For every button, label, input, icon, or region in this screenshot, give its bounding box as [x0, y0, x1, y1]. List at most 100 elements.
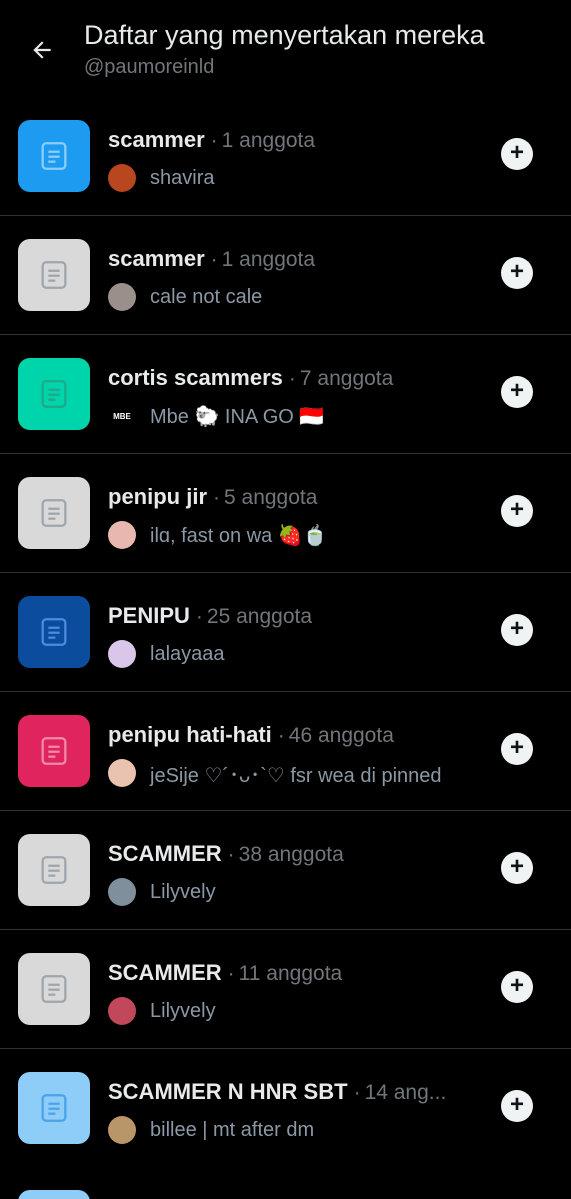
list-document-icon — [41, 975, 67, 1003]
add-to-list-button[interactable]: + — [501, 852, 533, 884]
owner-name[interactable]: Lilyvely — [150, 1000, 216, 1023]
owner-name[interactable]: Mbe 🐑 INA GO 🇮🇩 — [150, 404, 324, 429]
list-document-icon — [41, 618, 67, 646]
separator-dot: · — [227, 962, 235, 985]
member-count: 1 anggota — [221, 248, 316, 271]
owner-name[interactable]: cale not cale — [150, 286, 262, 309]
list-title-line[interactable]: scammer · 1 anggota — [108, 127, 478, 153]
list-owner[interactable]: Lilyvely — [108, 997, 216, 1025]
separator-dot: · — [227, 843, 235, 866]
list-name[interactable]: SCAMMER — [108, 960, 222, 985]
owner-name[interactable]: jeSije ♡´･ᴗ･`♡ fsr wea di pinned — [150, 759, 442, 788]
list-name[interactable]: SCAMMER — [108, 841, 222, 866]
list-item[interactable]: scammer · 1 anggota shavira + — [0, 97, 571, 216]
avatar[interactable]: MBE — [108, 402, 136, 430]
list-thumbnail-partial — [18, 1190, 90, 1199]
owner-name[interactable]: billee | mt after dm — [150, 1119, 314, 1142]
add-to-list-button[interactable]: + — [501, 1090, 533, 1122]
list-name[interactable]: scammer — [108, 127, 205, 152]
owner-name[interactable]: shavira — [150, 167, 214, 190]
arrow-left-icon — [33, 41, 51, 59]
list-item[interactable]: cortis scammers · 7 anggota MBE Mbe 🐑 INA … — [0, 335, 571, 454]
avatar[interactable] — [108, 164, 136, 192]
list-name[interactable]: scammer — [108, 246, 205, 271]
member-count: 46 anggota — [288, 724, 394, 747]
list-item[interactable]: SCAMMER · 38 anggota Lilyvely + — [0, 811, 571, 930]
list-title-line[interactable]: cortis scammers · 7 anggota — [108, 365, 478, 391]
list-thumbnail — [18, 239, 90, 311]
list-title-line[interactable]: penipu hati-hati · 46 anggota — [108, 722, 478, 748]
add-to-list-button[interactable]: + — [501, 614, 533, 646]
list-document-icon — [41, 380, 67, 408]
plus-icon: + — [509, 139, 524, 166]
list-title-line[interactable]: SCAMMER N HNR SBT · 14 ang... — [108, 1079, 478, 1105]
avatar[interactable] — [108, 997, 136, 1025]
owner-name[interactable]: Lilyvely — [150, 881, 216, 904]
lists-container: scammer · 1 anggota shavira + scammer · 1 an… — [0, 97, 571, 1168]
separator-dot: · — [288, 367, 296, 390]
avatar[interactable] — [108, 521, 136, 549]
list-name[interactable]: penipu hati-hati — [108, 722, 272, 747]
plus-icon: + — [509, 496, 524, 523]
add-to-list-button[interactable]: + — [501, 138, 533, 170]
list-thumbnail — [18, 834, 90, 906]
page-header: Daftar yang menyertakan mereka @paumorei… — [0, 0, 571, 100]
list-item[interactable]: penipu jir · 5 anggota ilɑ, fast on wa 🍓🍵 … — [0, 454, 571, 573]
separator-dot: · — [277, 724, 285, 747]
add-to-list-button[interactable]: + — [501, 971, 533, 1003]
list-item[interactable]: scammer · 1 anggota cale not cale + — [0, 216, 571, 335]
list-title-line[interactable]: SCAMMER · 11 anggota — [108, 960, 478, 986]
avatar[interactable] — [108, 283, 136, 311]
list-owner[interactable]: cale not cale — [108, 283, 262, 311]
avatar[interactable] — [108, 1116, 136, 1144]
list-owner[interactable]: MBE Mbe 🐑 INA GO 🇮🇩 — [108, 402, 324, 430]
list-owner[interactable]: billee | mt after dm — [108, 1116, 314, 1144]
list-title-line[interactable]: penipu jir · 5 anggota — [108, 484, 478, 510]
add-to-list-button[interactable]: + — [501, 495, 533, 527]
owner-name[interactable]: ilɑ, fast on wa 🍓🍵 — [150, 523, 328, 548]
separator-dot: · — [210, 129, 218, 152]
list-owner[interactable]: lalayaaa — [108, 640, 225, 668]
list-thumbnail — [18, 477, 90, 549]
list-owner[interactable]: jeSije ♡´･ᴗ･`♡ fsr wea di pinned — [108, 759, 442, 787]
list-name[interactable]: PENIPU — [108, 603, 190, 628]
list-item[interactable]: PENIPU · 25 anggota lalayaaa + — [0, 573, 571, 692]
plus-icon: + — [509, 734, 524, 761]
list-name[interactable]: cortis scammers — [108, 365, 283, 390]
list-owner[interactable]: Lilyvely — [108, 878, 216, 906]
add-to-list-button[interactable]: + — [501, 257, 533, 289]
list-title-line[interactable]: PENIPU · 25 anggota — [108, 603, 478, 629]
list-item[interactable]: penipu hati-hati · 46 anggota jeSije ♡´･ᴗ･… — [0, 692, 571, 811]
list-thumbnail — [18, 358, 90, 430]
list-document-icon — [41, 856, 67, 884]
avatar[interactable] — [108, 878, 136, 906]
list-name[interactable]: SCAMMER N HNR SBT — [108, 1079, 348, 1104]
list-thumbnail — [18, 715, 90, 787]
add-to-list-button[interactable]: + — [501, 733, 533, 765]
list-document-icon — [41, 1094, 67, 1122]
separator-dot: · — [353, 1081, 361, 1104]
user-handle: @paumoreinld — [84, 56, 215, 78]
list-item[interactable]: SCAMMER · 11 anggota Lilyvely + — [0, 930, 571, 1049]
list-item[interactable]: SCAMMER N HNR SBT · 14 ang... billee | mt … — [0, 1049, 571, 1168]
separator-dot: · — [195, 605, 203, 628]
owner-name[interactable]: lalayaaa — [150, 643, 225, 666]
list-document-icon — [41, 737, 67, 765]
plus-icon: + — [509, 972, 524, 999]
list-thumbnail — [18, 953, 90, 1025]
add-to-list-button[interactable]: + — [501, 376, 533, 408]
member-count: 11 anggota — [238, 962, 343, 985]
member-count: 14 ang... — [364, 1081, 447, 1104]
list-name[interactable]: penipu jir — [108, 484, 207, 509]
plus-icon: + — [509, 258, 524, 285]
avatar[interactable] — [108, 640, 136, 668]
list-title-line[interactable]: scammer · 1 anggota — [108, 246, 478, 272]
list-thumbnail — [18, 596, 90, 668]
avatar[interactable] — [108, 759, 136, 787]
list-owner[interactable]: shavira — [108, 164, 214, 192]
list-title-line[interactable]: SCAMMER · 38 anggota — [108, 841, 478, 867]
member-count: 38 anggota — [238, 843, 344, 866]
list-owner[interactable]: ilɑ, fast on wa 🍓🍵 — [108, 521, 328, 549]
back-button[interactable] — [22, 30, 62, 70]
member-count: 7 anggota — [299, 367, 394, 390]
